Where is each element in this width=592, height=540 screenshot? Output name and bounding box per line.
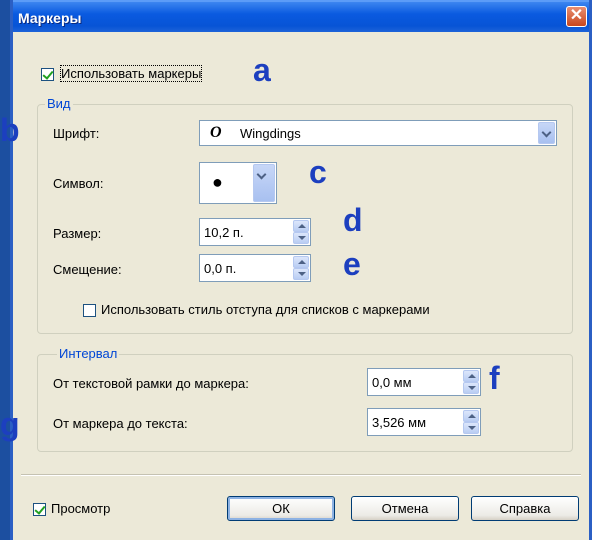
size-input[interactable]: 10,2 п.: [199, 218, 311, 246]
annotation-b: b: [0, 112, 20, 148]
annotation-g: g: [0, 406, 20, 442]
indent-style-label[interactable]: Использовать стиль отступа для списков с…: [101, 302, 430, 317]
chevron-down-icon[interactable]: [538, 122, 555, 144]
size-label: Размер:: [53, 226, 102, 241]
spin-down-icon[interactable]: [293, 232, 309, 244]
markers-dialog: Маркеры ✕ Использовать маркеры Вид Шрифт…: [10, 0, 592, 540]
offset-value: 0,0 п.: [204, 261, 237, 276]
use-markers-checkbox[interactable]: [41, 68, 54, 81]
annotation-a: a: [253, 52, 271, 88]
help-button[interactable]: Справка: [471, 496, 579, 521]
symbol-label: Символ:: [53, 176, 104, 191]
font-label: Шрифт:: [53, 126, 100, 141]
indent-style-checkbox[interactable]: [83, 304, 96, 317]
preview-checkbox[interactable]: [33, 503, 46, 516]
frame-to-marker-input[interactable]: 0,0 мм: [367, 368, 481, 396]
annotation-e: e: [343, 246, 361, 282]
symbol-value: ●: [212, 172, 223, 192]
font-type-icon: O: [210, 124, 222, 141]
close-icon: ✕: [569, 7, 584, 24]
spin-down-icon[interactable]: [463, 422, 479, 434]
marker-to-text-input[interactable]: 3,526 мм: [367, 408, 481, 436]
spin-up-icon[interactable]: [463, 410, 479, 422]
spin-down-icon[interactable]: [463, 382, 479, 394]
spin-up-icon[interactable]: [463, 370, 479, 382]
offset-spinner[interactable]: [293, 256, 309, 280]
interval-group-legend: Интервал: [57, 346, 120, 361]
close-button[interactable]: ✕: [566, 6, 587, 27]
spin-up-icon[interactable]: [293, 256, 309, 268]
divider: [21, 474, 581, 476]
spin-down-icon[interactable]: [293, 268, 309, 280]
marker-to-text-label: От маркера до текста:: [53, 416, 188, 431]
offset-label: Смещение:: [53, 262, 122, 277]
marker-to-text-value: 3,526 мм: [372, 415, 427, 430]
size-spinner[interactable]: [293, 220, 309, 244]
chevron-down-icon[interactable]: [253, 164, 275, 202]
font-value: Wingdings: [240, 126, 301, 141]
use-markers-label[interactable]: Использовать маркеры: [59, 65, 203, 82]
symbol-select[interactable]: ●: [199, 162, 277, 204]
size-value: 10,2 п.: [204, 225, 244, 240]
frame-to-marker-spinner[interactable]: [463, 370, 479, 394]
cancel-button[interactable]: Отмена: [351, 496, 459, 521]
frame-to-marker-value: 0,0 мм: [372, 375, 412, 390]
view-group-legend: Вид: [45, 96, 73, 111]
title-bar[interactable]: Маркеры ✕: [13, 0, 589, 32]
marker-to-text-spinner[interactable]: [463, 410, 479, 434]
preview-label[interactable]: Просмотр: [51, 501, 110, 516]
ok-button[interactable]: ОК: [227, 496, 335, 521]
annotation-c: c: [309, 154, 327, 190]
font-select[interactable]: O Wingdings: [199, 120, 557, 146]
annotation-d: d: [343, 202, 363, 238]
window-title: Маркеры: [18, 10, 82, 26]
annotation-f: f: [489, 360, 500, 396]
offset-input[interactable]: 0,0 п.: [199, 254, 311, 282]
spin-up-icon[interactable]: [293, 220, 309, 232]
frame-to-marker-label: От текстовой рамки до маркера:: [53, 376, 249, 391]
